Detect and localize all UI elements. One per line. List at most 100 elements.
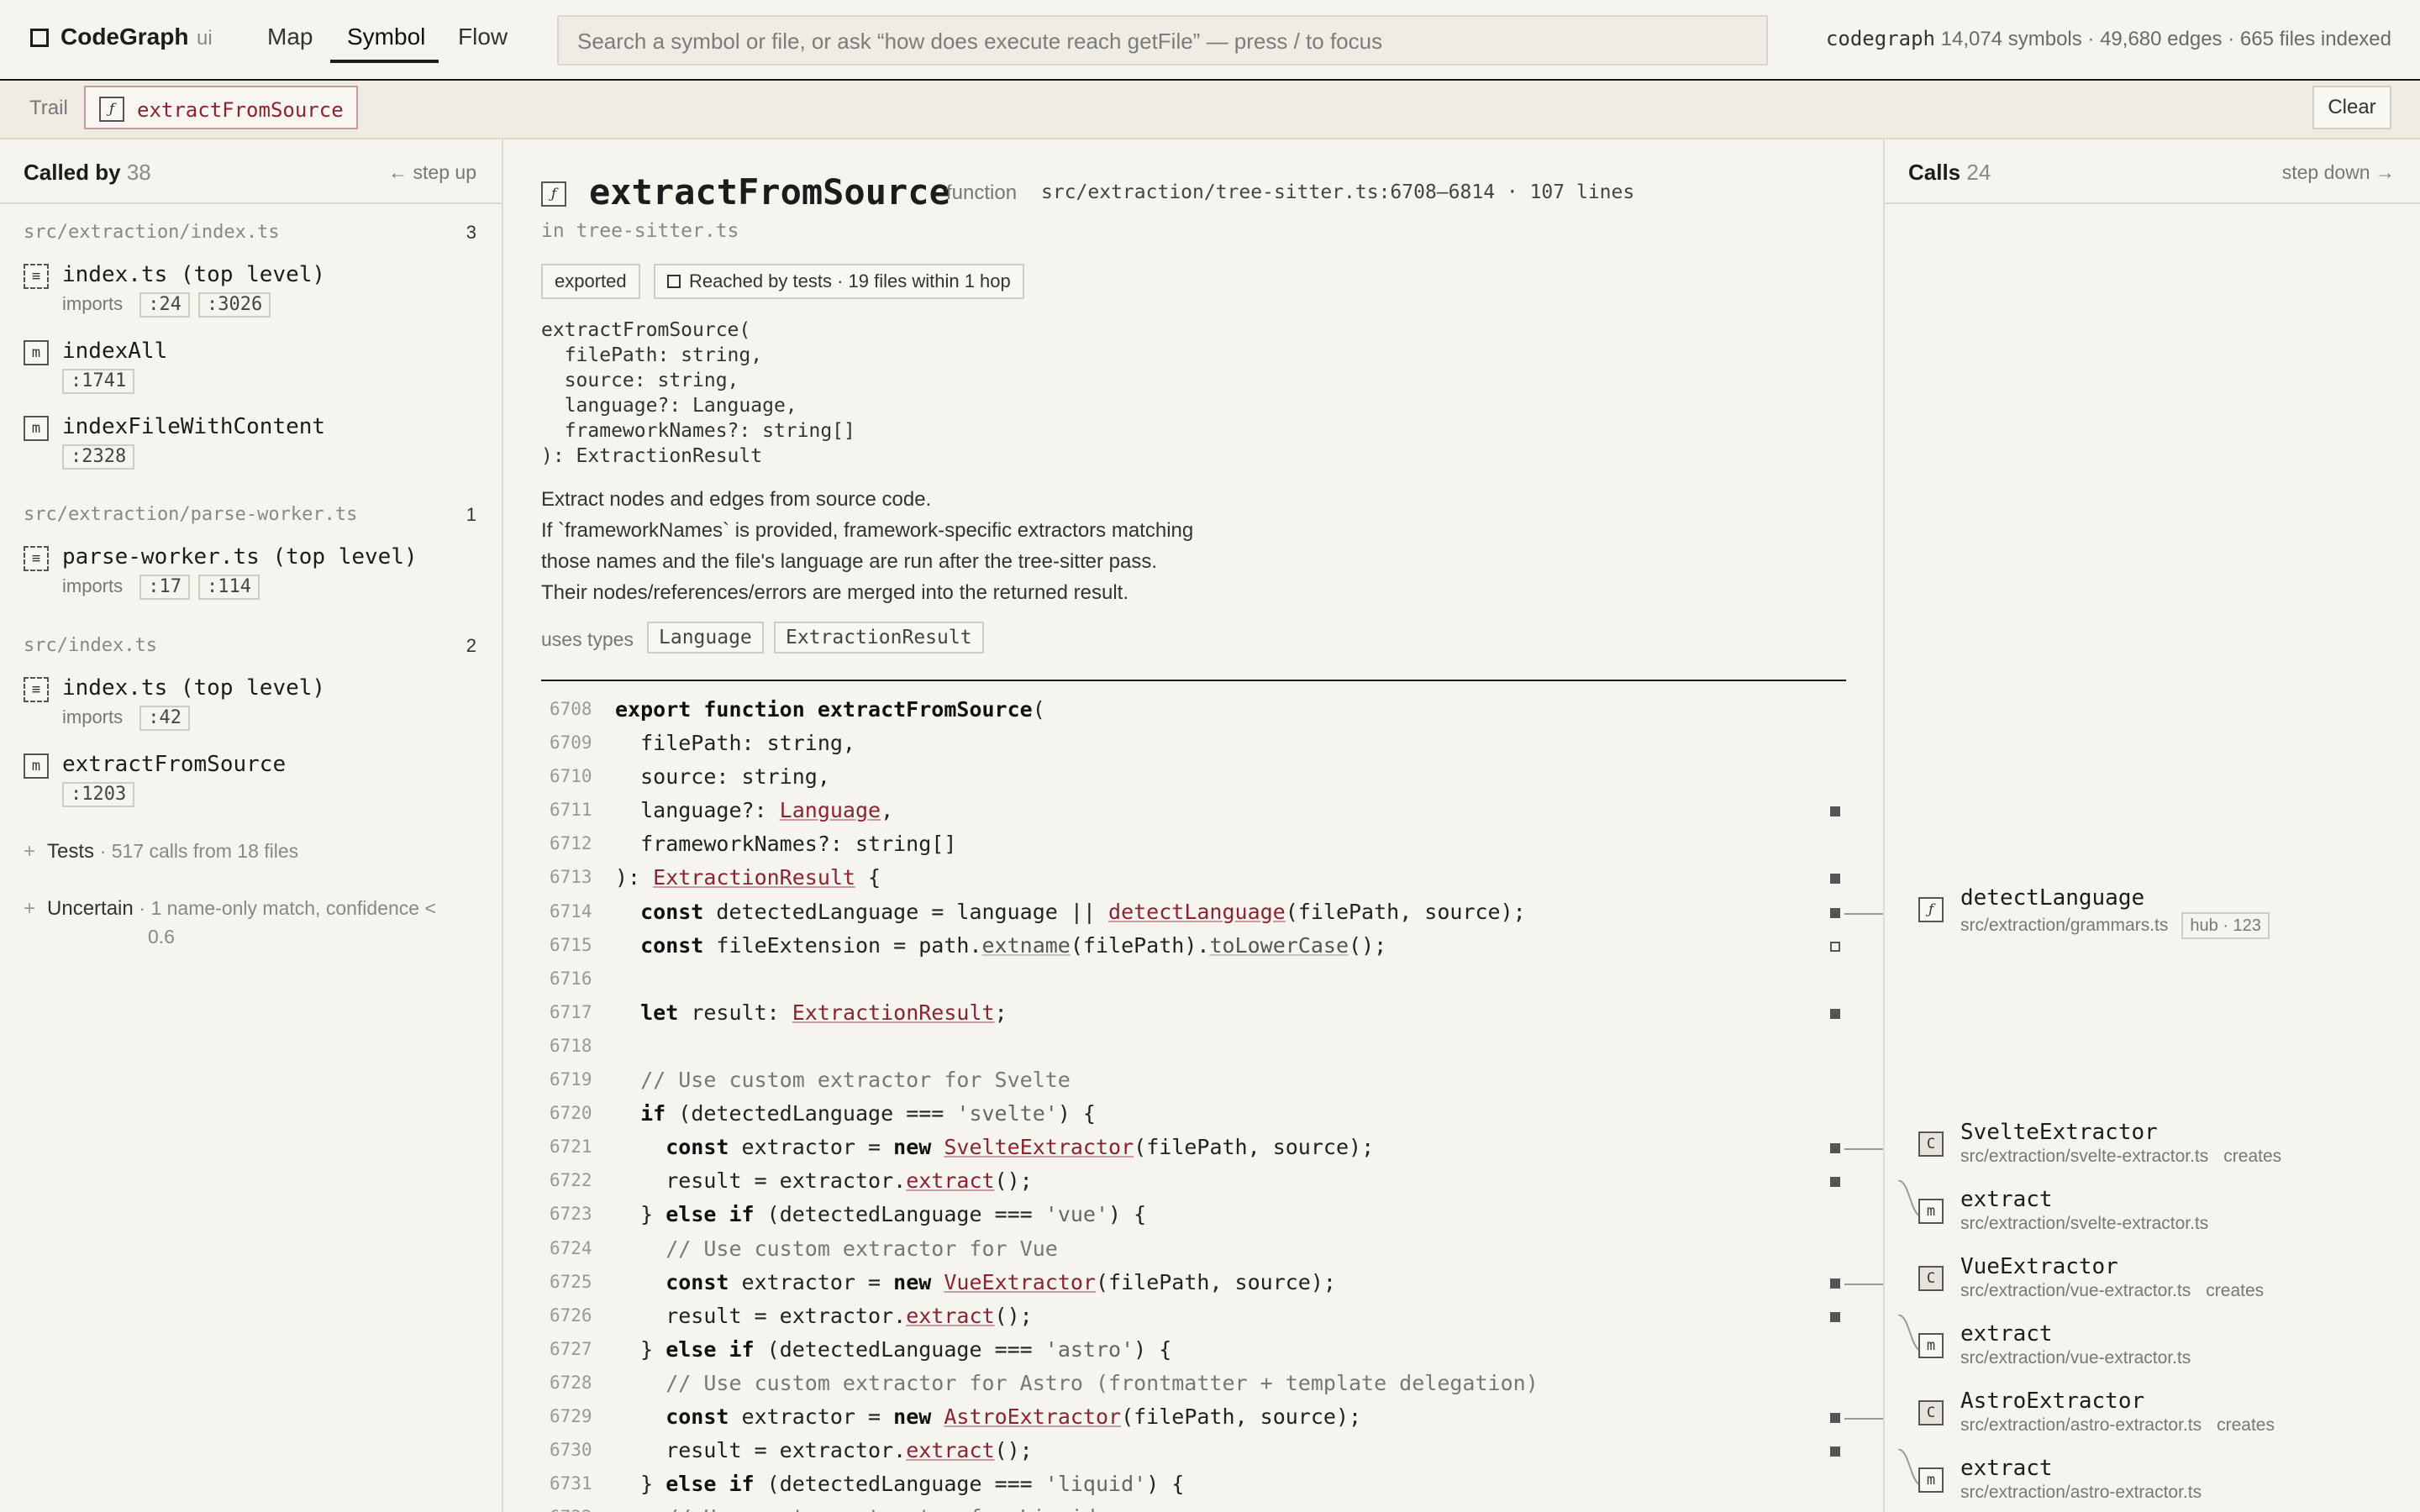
line-number[interactable]: 6713 <box>550 867 592 887</box>
code-text: // Use custom extractor for Svelte <box>615 1068 1071 1092</box>
call-marker-icon[interactable] <box>1830 1311 1840 1322</box>
line-ref[interactable]: :1741 <box>62 369 135 394</box>
line-number[interactable]: 6716 <box>550 969 592 989</box>
line-number[interactable]: 6718 <box>550 1036 592 1056</box>
tab-symbol[interactable]: Symbol <box>347 24 425 50</box>
symbol-reference[interactable]: ExtractionResult <box>653 865 855 890</box>
line-ref[interactable]: :42 <box>139 706 190 731</box>
line-number[interactable]: 6727 <box>550 1339 592 1359</box>
symbol-reference[interactable]: extract <box>906 1168 994 1193</box>
line-number[interactable]: 6732 <box>550 1507 592 1512</box>
line-ref[interactable]: :2328 <box>62 444 135 470</box>
line-number[interactable]: 6730 <box>550 1440 592 1460</box>
code-token: ) { <box>1146 1472 1185 1497</box>
symbol-reference[interactable]: SvelteExtractor <box>944 1135 1134 1159</box>
logo-square-icon <box>30 29 49 47</box>
step-down-link[interactable]: step down → <box>2282 161 2395 184</box>
calls-count: 24 <box>1966 160 1991 185</box>
line-number[interactable]: 6711 <box>550 800 592 820</box>
code-token: ) { <box>1057 1101 1096 1126</box>
line-number[interactable]: 6719 <box>550 1069 592 1089</box>
call-marker-icon[interactable] <box>1830 1278 1840 1289</box>
uncertain-expander[interactable]: + Uncertain · 1 name-only match, confiden… <box>24 897 436 921</box>
line-number[interactable]: 6715 <box>550 935 592 955</box>
code-line: 6725 const extractor = new VueExtractor(… <box>541 1267 1886 1300</box>
line-number[interactable]: 6722 <box>550 1170 592 1190</box>
call-marker-icon[interactable] <box>1830 941 1840 952</box>
keyword: let <box>615 1000 692 1025</box>
line-number[interactable]: 6720 <box>550 1103 592 1123</box>
line-ref[interactable]: :114 <box>198 575 260 600</box>
line-number[interactable]: 6726 <box>550 1305 592 1326</box>
tab-map[interactable]: Map <box>267 24 313 50</box>
line-number[interactable]: 6725 <box>550 1272 592 1292</box>
source-code-view: 6708 export function extractFromSource(67… <box>541 694 1886 1512</box>
tab-flow[interactable]: Flow <box>458 24 508 50</box>
code-line: 6718 <box>541 1031 1886 1064</box>
callee-file: src/extraction/vue-extractor.ts <box>1960 1281 2191 1300</box>
caller-refs: imports :42 <box>62 706 190 731</box>
symbol-reference[interactable]: extract <box>906 1304 994 1328</box>
symbol-reference[interactable]: extract <box>906 1438 994 1462</box>
symbol-reference[interactable]: ExtractionResult <box>792 1000 995 1025</box>
line-ref[interactable]: :24 <box>139 292 190 318</box>
line-number[interactable]: 6717 <box>550 1002 592 1022</box>
call-marker-icon[interactable] <box>1830 874 1840 885</box>
trail-label: Trail <box>29 97 68 119</box>
type-chip[interactable]: ExtractionResult <box>774 622 984 654</box>
method-kind-icon: m <box>1918 1467 1944 1493</box>
symbol-type: function <box>946 181 1018 204</box>
line-number[interactable]: 6728 <box>550 1373 592 1393</box>
call-marker-icon[interactable] <box>1830 1412 1840 1423</box>
function-kind-icon: ƒ <box>541 181 566 207</box>
type-chip[interactable]: Language <box>647 622 764 654</box>
line-number[interactable]: 6714 <box>550 901 592 921</box>
code-token: language?: <box>615 798 780 823</box>
search-input[interactable]: Search a symbol or file, or ask “how doe… <box>557 15 1768 66</box>
call-marker-icon[interactable] <box>1830 806 1840 817</box>
call-marker-icon[interactable] <box>1830 1177 1840 1188</box>
step-up-link[interactable]: ← step up <box>388 161 476 184</box>
call-marker-icon[interactable] <box>1830 907 1840 918</box>
symbol-reference[interactable]: detectLanguage <box>1108 900 1286 924</box>
code-token: (filePath). <box>1070 932 1210 958</box>
symbol-reference[interactable]: toLowerCase <box>1209 933 1349 958</box>
class-kind-icon: C <box>1918 1131 1944 1157</box>
uncertain-confidence: 0.6 <box>148 926 175 948</box>
keyword: new <box>893 1404 944 1429</box>
trail-item[interactable]: ƒ extractFromSource <box>84 86 358 129</box>
line-number[interactable]: 6708 <box>550 699 592 719</box>
clear-trail-button[interactable]: Clear <box>2312 86 2391 129</box>
symbol-reference[interactable]: VueExtractor <box>944 1270 1096 1294</box>
callee-path: src/extraction/svelte-extractor.ts <box>1960 1214 2208 1234</box>
symbol-reference[interactable]: AstroExtractor <box>944 1404 1121 1429</box>
line-ref[interactable]: :1203 <box>62 782 135 807</box>
code-token: frameworkNames?: string[] <box>615 832 957 857</box>
code-text: source: string, <box>615 764 830 789</box>
line-number[interactable]: 6723 <box>550 1204 592 1224</box>
line-ref[interactable]: :3026 <box>198 292 271 318</box>
symbol-location[interactable]: src/extraction/tree-sitter.ts:6708–6814 … <box>1041 181 1634 203</box>
line-number[interactable]: 6710 <box>550 766 592 786</box>
call-marker-icon[interactable] <box>1830 1143 1840 1154</box>
line-ref[interactable]: :17 <box>139 575 190 600</box>
code-token: (detectedLanguage === <box>678 1101 957 1126</box>
line-number[interactable]: 6721 <box>550 1137 592 1157</box>
divider <box>1885 202 2420 204</box>
code-token: (); <box>1349 932 1387 958</box>
line-number[interactable]: 6712 <box>550 833 592 853</box>
code-line: 6719 // Use custom extractor for Svelte <box>541 1064 1886 1098</box>
code-line: 6709 filePath: string, <box>541 727 1886 761</box>
symbol-description: Extract nodes and edges from source code… <box>541 484 1297 608</box>
line-number[interactable]: 6731 <box>550 1473 592 1494</box>
plus-icon: + <box>24 840 36 863</box>
line-number[interactable]: 6724 <box>550 1238 592 1258</box>
tests-expander[interactable]: + Tests · 517 calls from 18 files <box>24 840 298 864</box>
line-number[interactable]: 6729 <box>550 1406 592 1426</box>
tests-badge[interactable]: Reached by tests · 19 files within 1 hop <box>654 264 1024 299</box>
line-number[interactable]: 6709 <box>550 732 592 753</box>
call-marker-icon[interactable] <box>1830 1446 1840 1457</box>
symbol-reference[interactable]: Language <box>780 798 881 822</box>
symbol-reference[interactable]: extname <box>982 933 1071 958</box>
call-marker-icon[interactable] <box>1830 1008 1840 1019</box>
